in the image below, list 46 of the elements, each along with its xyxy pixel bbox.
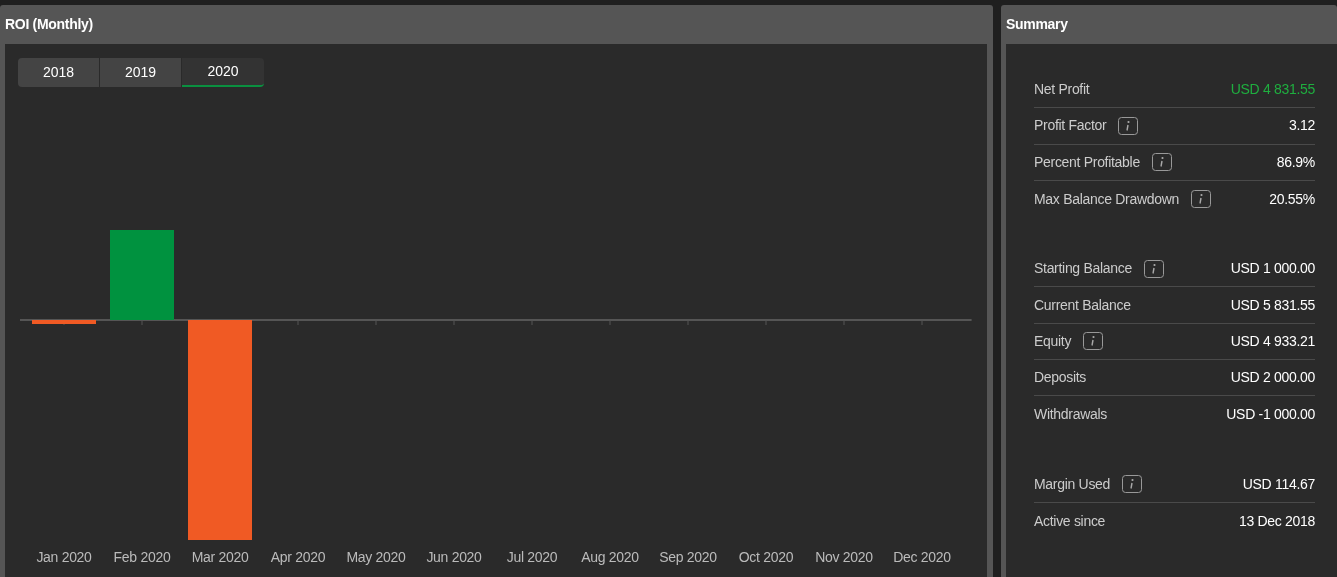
stat-value: 20.55% (1269, 189, 1315, 209)
month-label: Jan 2020 (36, 549, 92, 565)
stat-label: Profit Factor (1034, 116, 1107, 136)
stat-label: Starting Balance (1034, 259, 1132, 279)
info-icon[interactable] (1118, 116, 1139, 135)
stat-label: Margin Used (1034, 474, 1111, 494)
stat-value: USD 1 000.00 (1230, 259, 1315, 279)
year-tab[interactable]: 2019 (100, 58, 182, 87)
info-icon[interactable] (1143, 259, 1164, 278)
stat-value: USD 4 831.55 (1230, 80, 1315, 100)
month-label: Feb 2020 (113, 549, 171, 565)
year-tab[interactable]: 2018 (18, 58, 100, 87)
stat-label: Active since (1034, 511, 1106, 531)
stat-label: Equity (1034, 331, 1072, 351)
month-label: Apr 2020 (270, 549, 326, 565)
stat-value: 3.12 (1288, 116, 1315, 136)
month-label: Nov 2020 (815, 549, 873, 565)
stat-label: Percent Profitable (1034, 152, 1140, 172)
stat-label: Current Balance (1034, 295, 1131, 315)
chart-bar (32, 320, 96, 324)
stat-label: Withdrawals (1034, 405, 1107, 424)
stat-value: USD 114.67 (1242, 474, 1315, 494)
month-label: May 2020 (346, 549, 406, 565)
stat-label: Deposits (1034, 368, 1087, 388)
stat-value: 86.9% (1276, 152, 1315, 172)
stat-value: USD 5 831.55 (1230, 295, 1315, 315)
month-label: Dec 2020 (893, 549, 951, 565)
month-label: Oct 2020 (738, 549, 794, 565)
info-icon[interactable] (1083, 332, 1104, 351)
month-label: Sep 2020 (659, 549, 717, 565)
month-label: Jun 2020 (426, 549, 482, 565)
stat-value: USD 4 933.21 (1230, 331, 1315, 351)
info-icon[interactable] (1122, 475, 1143, 494)
panel-title: ROI (Monthly) (4, 15, 94, 34)
stat-value: 13 Dec 2018 (1238, 511, 1315, 531)
month-label: Mar 2020 (191, 549, 249, 565)
info-icon[interactable] (1151, 153, 1172, 172)
year-tab[interactable]: 2020 (182, 58, 264, 87)
stat-label: Net Profit (1034, 80, 1090, 100)
stat-label: Max Balance Drawdown (1034, 189, 1179, 209)
info-icon[interactable] (1190, 190, 1211, 209)
stat-value: USD -1 000.00 (1226, 405, 1315, 424)
month-label: Jul 2020 (506, 549, 558, 565)
month-label: Aug 2020 (581, 549, 639, 565)
stat-value: USD 2 000.00 (1230, 368, 1315, 388)
panel-title: Summary (1005, 15, 1069, 34)
